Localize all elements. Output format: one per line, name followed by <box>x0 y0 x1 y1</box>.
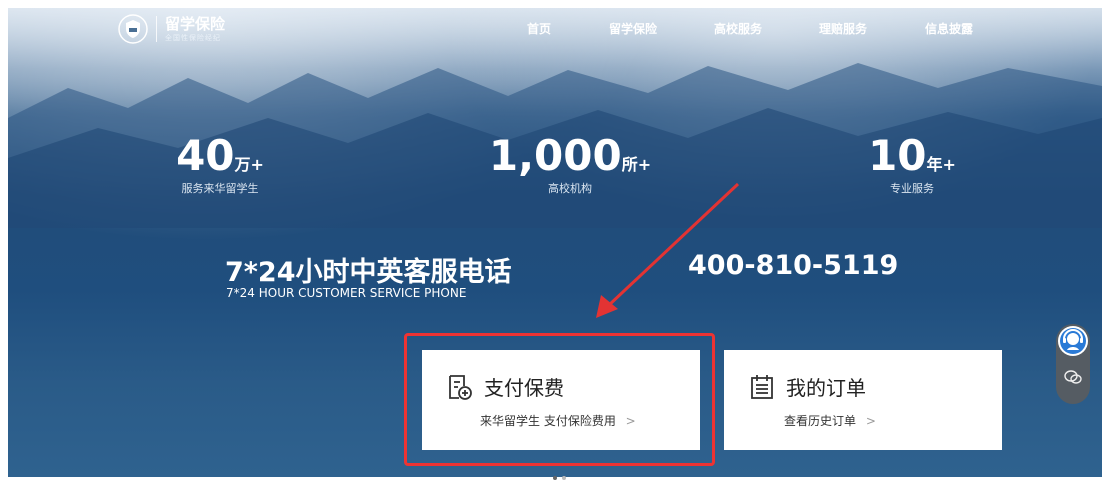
nav-home[interactable]: 首页 <box>527 20 551 37</box>
stat-students: 40万+ 服务来华留学生 <box>150 134 290 196</box>
stat-label: 专业服务 <box>890 182 934 195</box>
my-orders-card[interactable]: 我的订单 查看历史订单 > <box>724 350 1002 450</box>
card-title: 我的订单 <box>748 372 866 401</box>
card-title-text: 我的订单 <box>786 376 866 400</box>
stat-universities: 1,000所+ 高校机构 <box>470 134 670 196</box>
stat-label: 服务来华留学生 <box>181 182 259 195</box>
nav-study-insurance[interactable]: 留学保险 <box>609 20 657 37</box>
card-title-text: 支付保费 <box>484 376 564 400</box>
stat-unit: 万+ <box>234 155 264 174</box>
customer-agent-button[interactable] <box>1058 326 1088 356</box>
pay-premium-card[interactable]: 支付保费 来华留学生 支付保险费用 > <box>422 350 700 450</box>
stat-label: 高校机构 <box>548 182 592 195</box>
service-title-en: 7*24 HOUR CUSTOMER SERVICE PHONE <box>226 286 467 300</box>
card-title: 支付保费 <box>446 372 564 401</box>
nav-claims-service[interactable]: 理赔服务 <box>819 20 867 37</box>
card-subtitle: 查看历史订单 > <box>784 412 876 429</box>
card-subtitle: 来华留学生 支付保险费用 > <box>480 412 636 429</box>
nav-disclosure[interactable]: 信息披露 <box>925 20 973 37</box>
stat-unit: 所+ <box>621 155 652 174</box>
stat-number: 10 <box>868 131 927 180</box>
carousel-dot[interactable] <box>553 476 557 480</box>
chevron-right-icon: > <box>865 414 876 428</box>
pay-premium-icon <box>449 374 472 400</box>
service-title-cn: 7*24小时中英客服电话 <box>225 257 512 288</box>
stat-years: 10年+ 专业服务 <box>842 134 982 196</box>
order-list-icon <box>751 374 773 399</box>
wechat-icon[interactable] <box>1064 368 1082 386</box>
stat-number: 40 <box>176 131 235 180</box>
chevron-right-icon: > <box>625 414 636 428</box>
page-frame: 留学保险 全国性保险经纪 首页 留学保险 高校服务 理赔服务 信息披露 40万+… <box>0 0 1110 485</box>
service-phone[interactable]: 400-810-5119 <box>688 250 898 281</box>
floating-service-widget <box>1056 324 1090 404</box>
customer-agent-icon <box>1060 328 1086 354</box>
nav-university-service[interactable]: 高校服务 <box>714 20 762 37</box>
stat-number: 1,000 <box>488 131 622 180</box>
card-subtitle-text: 查看历史订单 <box>784 414 857 428</box>
card-subtitle-text: 来华留学生 支付保险费用 <box>480 414 616 428</box>
top-nav: 首页 留学保险 高校服务 理赔服务 信息披露 <box>0 20 1110 40</box>
stat-unit: 年+ <box>926 155 956 174</box>
carousel-dot[interactable] <box>562 476 566 480</box>
carousel-dots <box>553 476 566 480</box>
